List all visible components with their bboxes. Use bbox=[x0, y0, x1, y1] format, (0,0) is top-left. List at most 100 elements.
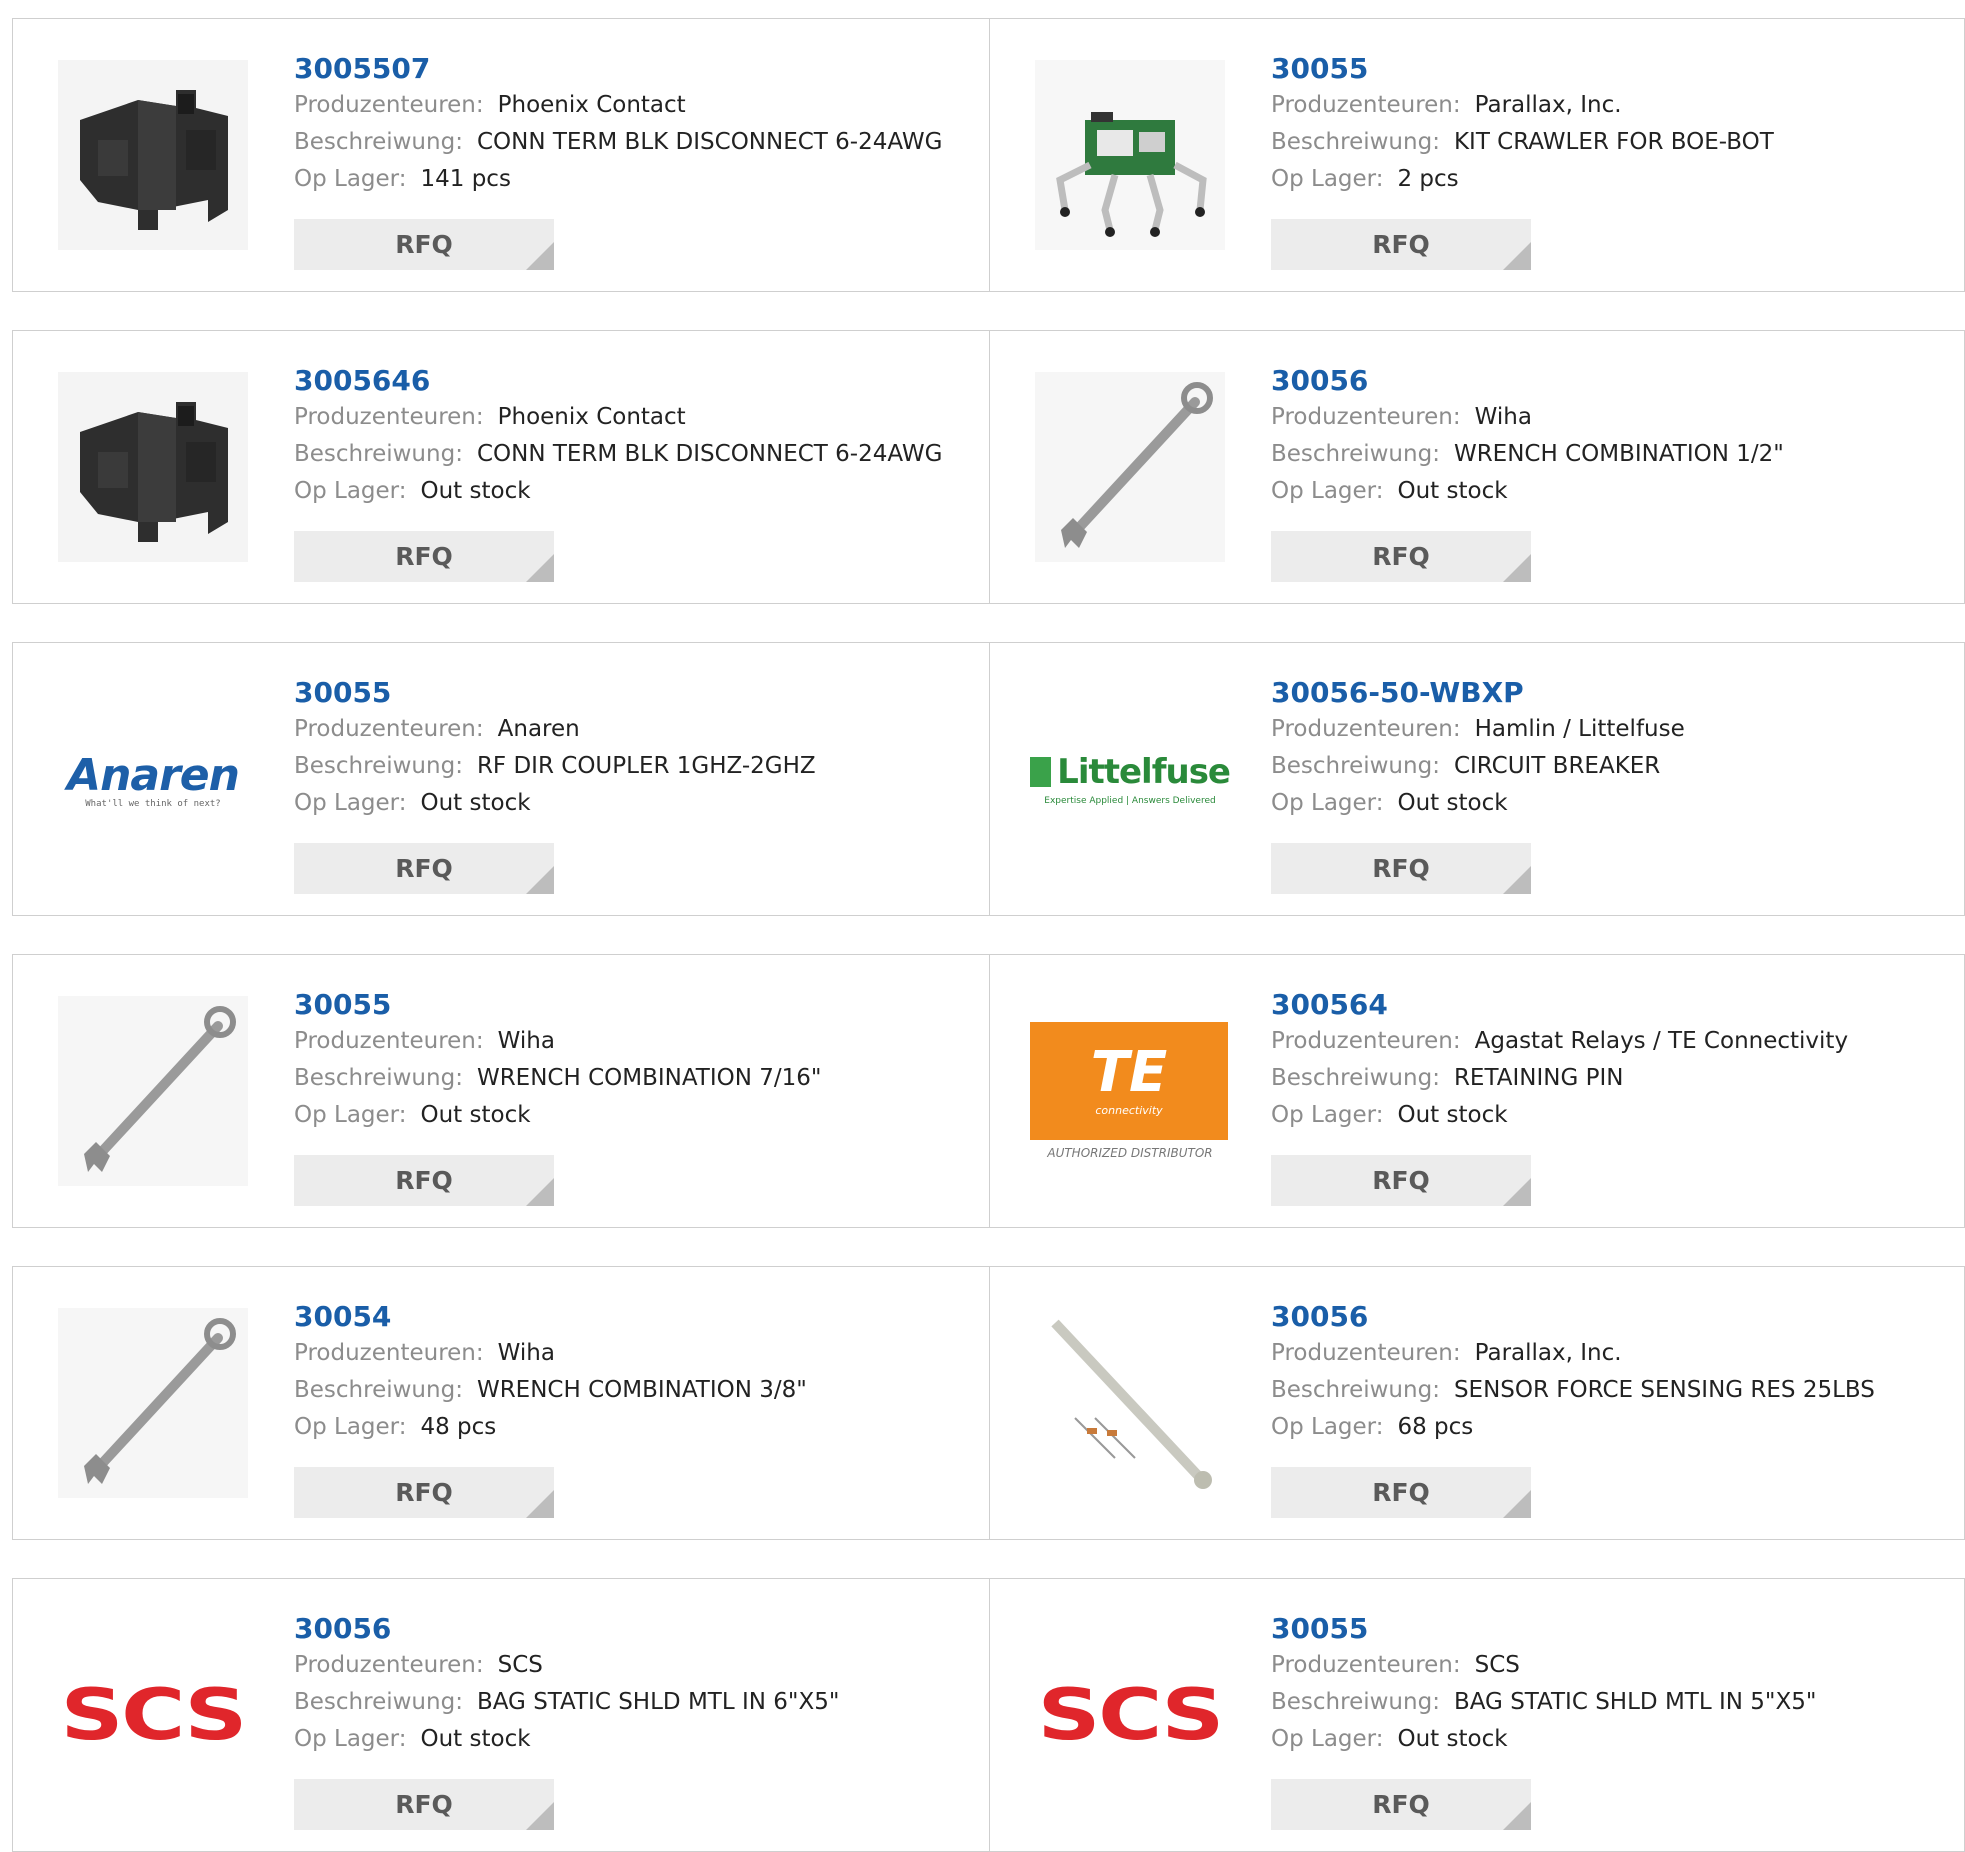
stock-row: Op Lager: Out stock bbox=[1271, 785, 1944, 822]
rfq-button[interactable]: RFQ bbox=[294, 1779, 554, 1830]
robot-crawler-image[interactable] bbox=[1030, 55, 1230, 255]
part-number-link[interactable]: 30055 bbox=[294, 987, 969, 1023]
description-row: Beschreiwung: RF DIR COUPLER 1GHZ-2GHZ bbox=[294, 748, 969, 785]
description-label: Beschreiwung: bbox=[294, 1065, 463, 1091]
littelfuse-logo[interactable]: Littelfuse Expertise Applied | Answers D… bbox=[1030, 679, 1230, 879]
description-value: WRENCH COMBINATION 7/16" bbox=[476, 1065, 822, 1091]
corner-triangle-icon bbox=[526, 1802, 554, 1830]
part-number-link[interactable]: 30055 bbox=[1271, 1611, 1944, 1647]
description-row: Beschreiwung: SENSOR FORCE SENSING RES 25… bbox=[1271, 1372, 1944, 1409]
part-number-link[interactable]: 30056 bbox=[1271, 1299, 1944, 1335]
manufacturer-value: Wiha bbox=[497, 1028, 555, 1054]
product-card: 30056 Produzenteuren: Wiha Beschreiwung: W… bbox=[990, 330, 1965, 604]
stock-value: Out stock bbox=[1397, 478, 1508, 504]
manufacturer-label: Produzenteuren: bbox=[1271, 1028, 1461, 1054]
stock-label: Op Lager: bbox=[1271, 166, 1384, 192]
rfq-button-label: RFQ bbox=[1372, 1790, 1430, 1819]
te-connectivity-logo[interactable]: TE connectivity AUTHORIZED DISTRIBUTOR bbox=[1030, 991, 1230, 1191]
stock-value: 2 pcs bbox=[1397, 166, 1459, 192]
manufacturer-value: Phoenix Contact bbox=[497, 92, 686, 118]
anaren-logo[interactable]: Anaren What'll we think of next? bbox=[53, 679, 253, 879]
manufacturer-row: Produzenteuren: Wiha bbox=[294, 1023, 969, 1060]
description-value: CONN TERM BLK DISCONNECT 6-24AWG bbox=[476, 441, 943, 467]
product-info: 30055 Produzenteuren: Wiha Beschreiwung: W… bbox=[294, 987, 969, 1134]
description-row: Beschreiwung: WRENCH COMBINATION 1/2" bbox=[1271, 436, 1944, 473]
stock-label: Op Lager: bbox=[294, 790, 407, 816]
part-number-link[interactable]: 30054 bbox=[294, 1299, 969, 1335]
scs-logo[interactable]: SCS bbox=[53, 1615, 253, 1815]
description-row: Beschreiwung: WRENCH COMBINATION 3/8" bbox=[294, 1372, 969, 1409]
stock-label: Op Lager: bbox=[294, 166, 407, 192]
rfq-button[interactable]: RFQ bbox=[1271, 219, 1531, 270]
rfq-button[interactable]: RFQ bbox=[294, 531, 554, 582]
product-card: 3005646 Produzenteuren: Phoenix Contact B… bbox=[12, 330, 990, 604]
manufacturer-value: Anaren bbox=[497, 716, 580, 742]
part-number-link[interactable]: 30055 bbox=[294, 675, 969, 711]
rfq-button[interactable]: RFQ bbox=[294, 1155, 554, 1206]
rfq-button[interactable]: RFQ bbox=[294, 219, 554, 270]
product-info: 3005646 Produzenteuren: Phoenix Contact B… bbox=[294, 363, 969, 510]
part-number-link[interactable]: 3005646 bbox=[294, 363, 969, 399]
description-value: BAG STATIC SHLD MTL IN 5"X5" bbox=[1453, 1689, 1817, 1715]
manufacturer-row: Produzenteuren: Phoenix Contact bbox=[294, 399, 969, 436]
rfq-button[interactable]: RFQ bbox=[294, 1467, 554, 1518]
littelfuse-mark-icon bbox=[1030, 757, 1052, 787]
manufacturer-label: Produzenteuren: bbox=[294, 1652, 484, 1678]
part-number-link[interactable]: 30056-50-WBXP bbox=[1271, 675, 1944, 711]
rfq-button[interactable]: RFQ bbox=[1271, 1155, 1531, 1206]
stock-row: Op Lager: 141 pcs bbox=[294, 161, 969, 198]
wrench-image[interactable] bbox=[1030, 367, 1230, 567]
te-logo-text: TE bbox=[1090, 1040, 1168, 1105]
part-number-link[interactable]: 3005507 bbox=[294, 51, 969, 87]
manufacturer-row: Produzenteuren: Wiha bbox=[1271, 399, 1944, 436]
stock-row: Op Lager: 68 pcs bbox=[1271, 1409, 1944, 1446]
stock-label: Op Lager: bbox=[294, 478, 407, 504]
corner-triangle-icon bbox=[1503, 242, 1531, 270]
stock-value: Out stock bbox=[1397, 1102, 1508, 1128]
stock-row: Op Lager: Out stock bbox=[294, 785, 969, 822]
rfq-button-label: RFQ bbox=[395, 1166, 453, 1195]
part-number-link[interactable]: 30056 bbox=[1271, 363, 1944, 399]
stock-label: Op Lager: bbox=[1271, 478, 1384, 504]
stock-value: 68 pcs bbox=[1397, 1414, 1474, 1440]
manufacturer-value: Agastat Relays / TE Connectivity bbox=[1474, 1028, 1849, 1054]
stock-row: Op Lager: Out stock bbox=[1271, 473, 1944, 510]
terminal-block-image[interactable] bbox=[53, 55, 253, 255]
terminal-block-image[interactable] bbox=[53, 367, 253, 567]
part-number-link[interactable]: 30056 bbox=[294, 1611, 969, 1647]
rfq-button-label: RFQ bbox=[1372, 230, 1430, 259]
scs-logo[interactable]: SCS bbox=[1030, 1615, 1230, 1815]
rfq-button[interactable]: RFQ bbox=[1271, 1467, 1531, 1518]
wrench-image[interactable] bbox=[53, 1303, 253, 1503]
rfq-button[interactable]: RFQ bbox=[294, 843, 554, 894]
force-sensor-image[interactable] bbox=[1030, 1303, 1230, 1503]
te-logo-sub: connectivity bbox=[1095, 1104, 1163, 1117]
description-label: Beschreiwung: bbox=[1271, 753, 1440, 779]
rfq-button-label: RFQ bbox=[395, 1790, 453, 1819]
description-label: Beschreiwung: bbox=[1271, 1689, 1440, 1715]
description-label: Beschreiwung: bbox=[294, 753, 463, 779]
description-value: KIT CRAWLER FOR BOE-BOT bbox=[1453, 129, 1774, 155]
description-value: SENSOR FORCE SENSING RES 25LBS bbox=[1453, 1377, 1875, 1403]
rfq-button[interactable]: RFQ bbox=[1271, 1779, 1531, 1830]
manufacturer-value: Phoenix Contact bbox=[497, 404, 686, 430]
description-row: Beschreiwung: KIT CRAWLER FOR BOE-BOT bbox=[1271, 124, 1944, 161]
manufacturer-value: Wiha bbox=[1474, 404, 1532, 430]
corner-triangle-icon bbox=[526, 866, 554, 894]
manufacturer-row: Produzenteuren: SCS bbox=[294, 1647, 969, 1684]
rfq-button[interactable]: RFQ bbox=[1271, 843, 1531, 894]
anaren-logo-text: Anaren bbox=[67, 749, 240, 801]
description-value: RETAINING PIN bbox=[1453, 1065, 1624, 1091]
part-number-link[interactable]: 300564 bbox=[1271, 987, 1944, 1023]
stock-row: Op Lager: Out stock bbox=[294, 473, 969, 510]
stock-value: Out stock bbox=[420, 478, 531, 504]
littelfuse-logo-tagline: Expertise Applied | Answers Delivered bbox=[1044, 796, 1216, 806]
manufacturer-value: Parallax, Inc. bbox=[1474, 92, 1622, 118]
description-row: Beschreiwung: BAG STATIC SHLD MTL IN 5"X5… bbox=[1271, 1684, 1944, 1721]
part-number-link[interactable]: 30055 bbox=[1271, 51, 1944, 87]
product-info: 30055 Produzenteuren: Parallax, Inc. Besc… bbox=[1271, 51, 1944, 198]
rfq-button-label: RFQ bbox=[1372, 1478, 1430, 1507]
rfq-button-label: RFQ bbox=[395, 542, 453, 571]
rfq-button[interactable]: RFQ bbox=[1271, 531, 1531, 582]
wrench-image[interactable] bbox=[53, 991, 253, 1191]
